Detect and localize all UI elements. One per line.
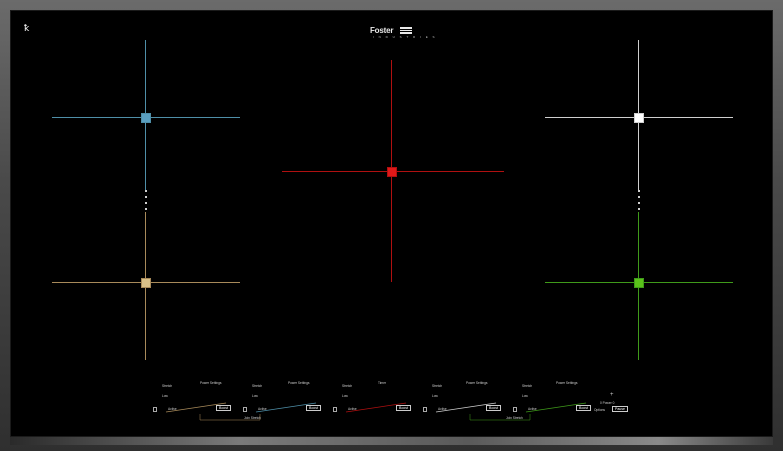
right-bridge-dot bbox=[638, 202, 640, 204]
boost-button[interactable]: Boost bbox=[396, 405, 411, 411]
level-label: Low bbox=[342, 394, 348, 398]
zone-bottom-left-indicator[interactable] bbox=[141, 278, 151, 288]
left-bridge-dot bbox=[145, 202, 147, 204]
power-settings-label: Power Settings bbox=[200, 381, 222, 385]
brand-logo-text: Foster bbox=[370, 26, 394, 35]
brand-logo-icon bbox=[400, 27, 412, 34]
stretch-label: Stretch bbox=[162, 384, 173, 388]
boost-button[interactable]: Boost bbox=[486, 405, 501, 411]
timer-label: Timer bbox=[378, 381, 387, 385]
left-bridge-dot bbox=[145, 190, 147, 192]
stretch-label: Stretch bbox=[342, 384, 353, 388]
control-panel-4: Stretch Power Settings Low Active Boost … bbox=[422, 378, 531, 424]
stretch-label: Stretch bbox=[522, 384, 533, 388]
join-stretch-label[interactable]: Join Stretch bbox=[244, 416, 261, 420]
level-label: Low bbox=[162, 394, 168, 398]
power-settings-label: Power Settings bbox=[466, 381, 488, 385]
level-label: Low bbox=[432, 394, 438, 398]
level-label: Low bbox=[252, 394, 258, 398]
right-bridge-dot bbox=[638, 190, 640, 192]
timer-readout: 0 Power 0 bbox=[600, 401, 615, 405]
frame-bottom-bevel bbox=[10, 437, 773, 445]
zone-center-indicator[interactable] bbox=[387, 167, 397, 177]
power-settings-label: Power Settings bbox=[556, 381, 578, 385]
zone-bottom-right-indicator[interactable] bbox=[634, 278, 644, 288]
boost-button[interactable]: Boost bbox=[216, 405, 231, 411]
lock-icon[interactable] bbox=[513, 407, 517, 412]
zone-top-right-indicator[interactable] bbox=[634, 113, 644, 123]
boost-button[interactable]: Boost bbox=[306, 405, 321, 411]
left-bridge-dot bbox=[145, 208, 147, 210]
boost-button[interactable]: Boost bbox=[576, 405, 591, 411]
left-bridge-dot bbox=[145, 196, 147, 198]
stretch-label: Stretch bbox=[432, 384, 443, 388]
lock-icon[interactable] bbox=[423, 407, 427, 412]
pause-button[interactable]: Pause bbox=[612, 406, 628, 412]
options-button[interactable]: Options bbox=[594, 408, 605, 412]
power-icon[interactable]: ꝁ bbox=[24, 24, 29, 33]
control-panel-3: Stretch Timer Low Active Boost bbox=[332, 378, 418, 424]
brand-tagline: I N D U S T R I E S bbox=[373, 35, 437, 39]
lock-icon[interactable] bbox=[153, 407, 157, 412]
lock-icon[interactable] bbox=[243, 407, 247, 412]
timer-plus-icon[interactable]: + bbox=[610, 392, 614, 398]
zone-top-left-indicator[interactable] bbox=[141, 113, 151, 123]
control-panel-1: Stretch Power Settings Low Active Boost bbox=[152, 378, 261, 424]
right-bridge-dot bbox=[638, 196, 640, 198]
control-panel-2: Stretch Power Settings Low Active Boost … bbox=[242, 378, 328, 424]
level-label: Low bbox=[522, 394, 528, 398]
power-settings-label: Power Settings bbox=[288, 381, 310, 385]
lock-icon[interactable] bbox=[333, 407, 337, 412]
control-panel-5: Stretch Power Settings Low Active Boost … bbox=[512, 378, 632, 424]
right-bridge-dot bbox=[638, 208, 640, 210]
stretch-label: Stretch bbox=[252, 384, 263, 388]
